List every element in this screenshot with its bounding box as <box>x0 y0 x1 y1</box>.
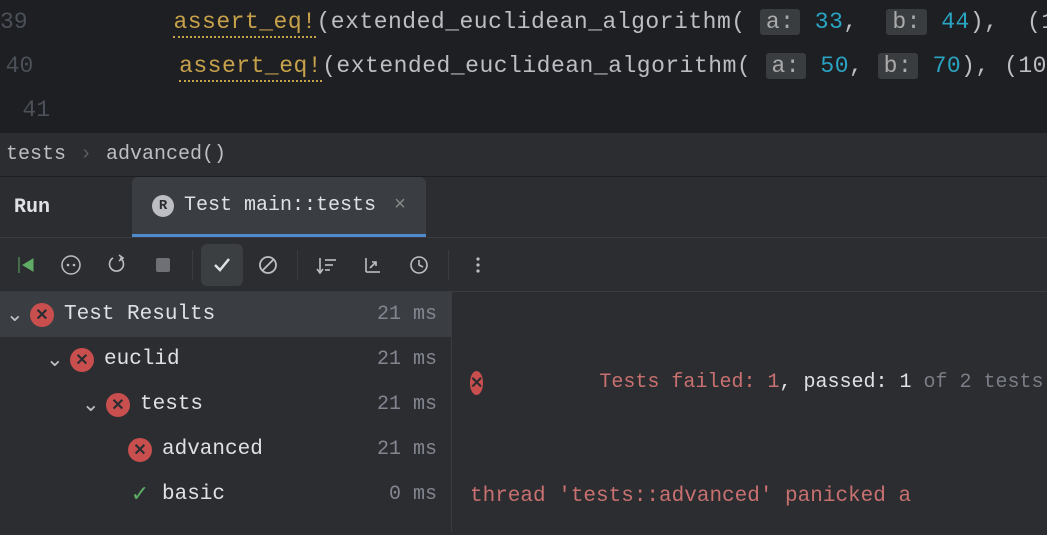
pass-count: 1 <box>900 371 912 394</box>
more-button[interactable] <box>457 244 499 286</box>
line-number: 41 <box>0 97 110 123</box>
param-hint: b: <box>878 53 919 79</box>
tree-time: 21 ms <box>377 393 451 416</box>
chevron-down-icon[interactable]: ⌄ <box>82 392 98 418</box>
tree-leaf-basic[interactable]: ✓ basic 0 ms <box>0 472 451 517</box>
stop-button[interactable] <box>142 244 184 286</box>
pass-text: passed: <box>803 371 899 394</box>
tree-node-tests[interactable]: ⌄ ✕ tests 21 ms <box>0 382 451 427</box>
context-button[interactable] <box>50 244 92 286</box>
fn-name: extended_euclidean_algorithm <box>336 53 736 79</box>
param-hint: a: <box>766 53 807 79</box>
sort-button[interactable] <box>306 244 348 286</box>
breadcrumb-item[interactable]: advanced() <box>106 143 226 166</box>
fail-icon: ✕ <box>30 303 54 327</box>
chevron-right-icon: › <box>80 143 92 166</box>
tree-time: 21 ms <box>377 348 451 371</box>
line-number: 40 <box>0 53 93 79</box>
show-passed-toggle[interactable] <box>201 244 243 286</box>
test-tree[interactable]: ⌄ ✕ Test Results 21 ms ⌄ ✕ euclid 21 ms … <box>0 292 452 532</box>
toolbar-divider <box>192 250 193 280</box>
num-literal: 70 <box>933 53 962 79</box>
code-line: 40 assert_eq!(extended_euclidean_algorit… <box>0 44 1047 88</box>
run-panel-header: Run R Test main::tests × <box>0 177 1047 237</box>
code-editor[interactable]: 39 assert_eq!(extended_euclidean_algorit… <box>0 0 1047 132</box>
tree-label: Test Results <box>64 303 377 326</box>
toolbar-divider <box>297 250 298 280</box>
fail-count: 1 <box>767 371 779 394</box>
tree-leaf-advanced[interactable]: ✕ advanced 21 ms <box>0 427 451 472</box>
tree-label: advanced <box>162 438 377 461</box>
breadcrumb-item[interactable]: tests <box>6 143 66 166</box>
sep: , <box>779 371 803 394</box>
tree-label: basic <box>162 483 389 506</box>
breadcrumb[interactable]: tests › advanced() <box>0 132 1047 177</box>
tab-test-main[interactable]: R Test main::tests × <box>132 177 426 237</box>
chevron-down-icon[interactable]: ⌄ <box>46 347 62 373</box>
num-literal: 50 <box>820 53 849 79</box>
code-tail: ), (10 <box>961 53 1047 79</box>
chevron-down-icon[interactable]: ⌄ <box>6 302 22 328</box>
show-ignored-toggle[interactable] <box>247 244 289 286</box>
fail-icon: ✕ <box>106 393 130 417</box>
fail-icon: ✕ <box>128 438 152 462</box>
tree-node-euclid[interactable]: ⌄ ✕ euclid 21 ms <box>0 337 451 382</box>
history-button[interactable] <box>398 244 440 286</box>
rerun-failed-button[interactable] <box>96 244 138 286</box>
fail-icon: ✕ <box>70 348 94 372</box>
panel-title: Run <box>14 196 50 219</box>
close-icon[interactable]: × <box>394 194 406 217</box>
comma: , <box>849 53 878 79</box>
tree-time: 21 ms <box>377 438 451 461</box>
tree-root[interactable]: ⌄ ✕ Test Results 21 ms <box>0 292 451 337</box>
test-output-console[interactable]: ✕ Tests failed: 1, passed: 1 of 2 tests … <box>452 292 1047 532</box>
rust-icon: R <box>152 195 174 217</box>
console-line: thread 'tests::advanced' panicked a <box>470 485 1029 508</box>
tab-label: Test main::tests <box>184 194 376 217</box>
test-summary: ✕ Tests failed: 1, passed: 1 of 2 tests … <box>470 348 1029 417</box>
summary-tail: of 2 tests – 21 ms <box>912 371 1047 394</box>
fail-text: Tests failed: <box>599 371 767 394</box>
toolbar-divider <box>448 250 449 280</box>
tree-label: tests <box>140 393 377 416</box>
test-results: ⌄ ✕ Test Results 21 ms ⌄ ✕ euclid 21 ms … <box>0 292 1047 532</box>
tree-label: euclid <box>104 348 377 371</box>
expand-button[interactable] <box>352 244 394 286</box>
test-toolbar <box>0 237 1047 292</box>
macro-call: assert_eq! <box>179 53 322 82</box>
line-number: 39 <box>0 9 88 35</box>
tree-time: 0 ms <box>389 483 451 506</box>
fail-icon: ✕ <box>470 371 483 395</box>
tree-time: 21 ms <box>377 303 451 326</box>
pass-icon: ✓ <box>128 482 152 508</box>
rerun-button[interactable] <box>4 244 46 286</box>
